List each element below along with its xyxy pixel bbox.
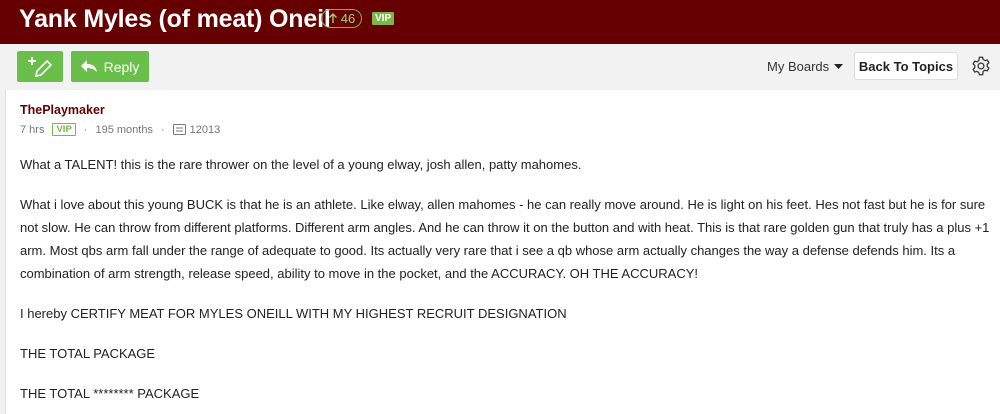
reply-arrow-icon bbox=[80, 60, 97, 72]
meta-separator: · bbox=[83, 123, 88, 136]
post-paragraph: What i love about this young BUCK is tha… bbox=[20, 197, 990, 281]
post-author[interactable]: ThePlaymaker bbox=[20, 103, 105, 117]
post-count: 12013 bbox=[189, 123, 221, 136]
pencil-plus-icon bbox=[28, 56, 52, 77]
upvote-count: 46 bbox=[340, 11, 356, 26]
caret-down-icon bbox=[834, 63, 844, 69]
back-to-topics-button[interactable]: Back To Topics bbox=[854, 52, 958, 80]
meta-separator: · bbox=[160, 123, 165, 136]
post-toolbar: Reply My Boards Back To Topics bbox=[5, 44, 1000, 89]
post-meta: 7 hrs VIP · 195 months · 12013 bbox=[20, 123, 220, 136]
post-paragraph: I hereby CERTIFY MEAT FOR MYLES ONEILL W… bbox=[20, 306, 567, 321]
reply-label: Reply bbox=[103, 58, 140, 75]
post-time: 7 hrs bbox=[20, 123, 45, 136]
topic-header: Yank Myles (of meat) Oneil 46 VIP bbox=[0, 0, 1000, 44]
post: ThePlaymaker 7 hrs VIP · 195 months · 12… bbox=[5, 90, 1000, 414]
upvote-badge[interactable]: 46 bbox=[321, 9, 362, 28]
topic-title: Yank Myles (of meat) Oneil bbox=[19, 5, 331, 33]
my-boards-label: My Boards bbox=[767, 59, 830, 74]
vip-badge: VIP bbox=[372, 12, 395, 25]
new-topic-button[interactable] bbox=[17, 51, 63, 82]
arrow-up-icon bbox=[328, 13, 337, 23]
post-paragraph: THE TOTAL ******** PACKAGE bbox=[20, 386, 200, 401]
gear-icon[interactable] bbox=[971, 56, 991, 76]
reply-button[interactable]: Reply bbox=[71, 51, 149, 82]
author-vip-badge: VIP bbox=[52, 123, 76, 136]
membership-duration: 195 months bbox=[95, 123, 153, 136]
posts-icon bbox=[172, 124, 186, 135]
post-paragraph: What a TALENT! this is the rare thrower … bbox=[20, 157, 582, 172]
my-boards-dropdown[interactable]: My Boards bbox=[767, 59, 844, 74]
post-paragraph: THE TOTAL PACKAGE bbox=[20, 346, 156, 361]
